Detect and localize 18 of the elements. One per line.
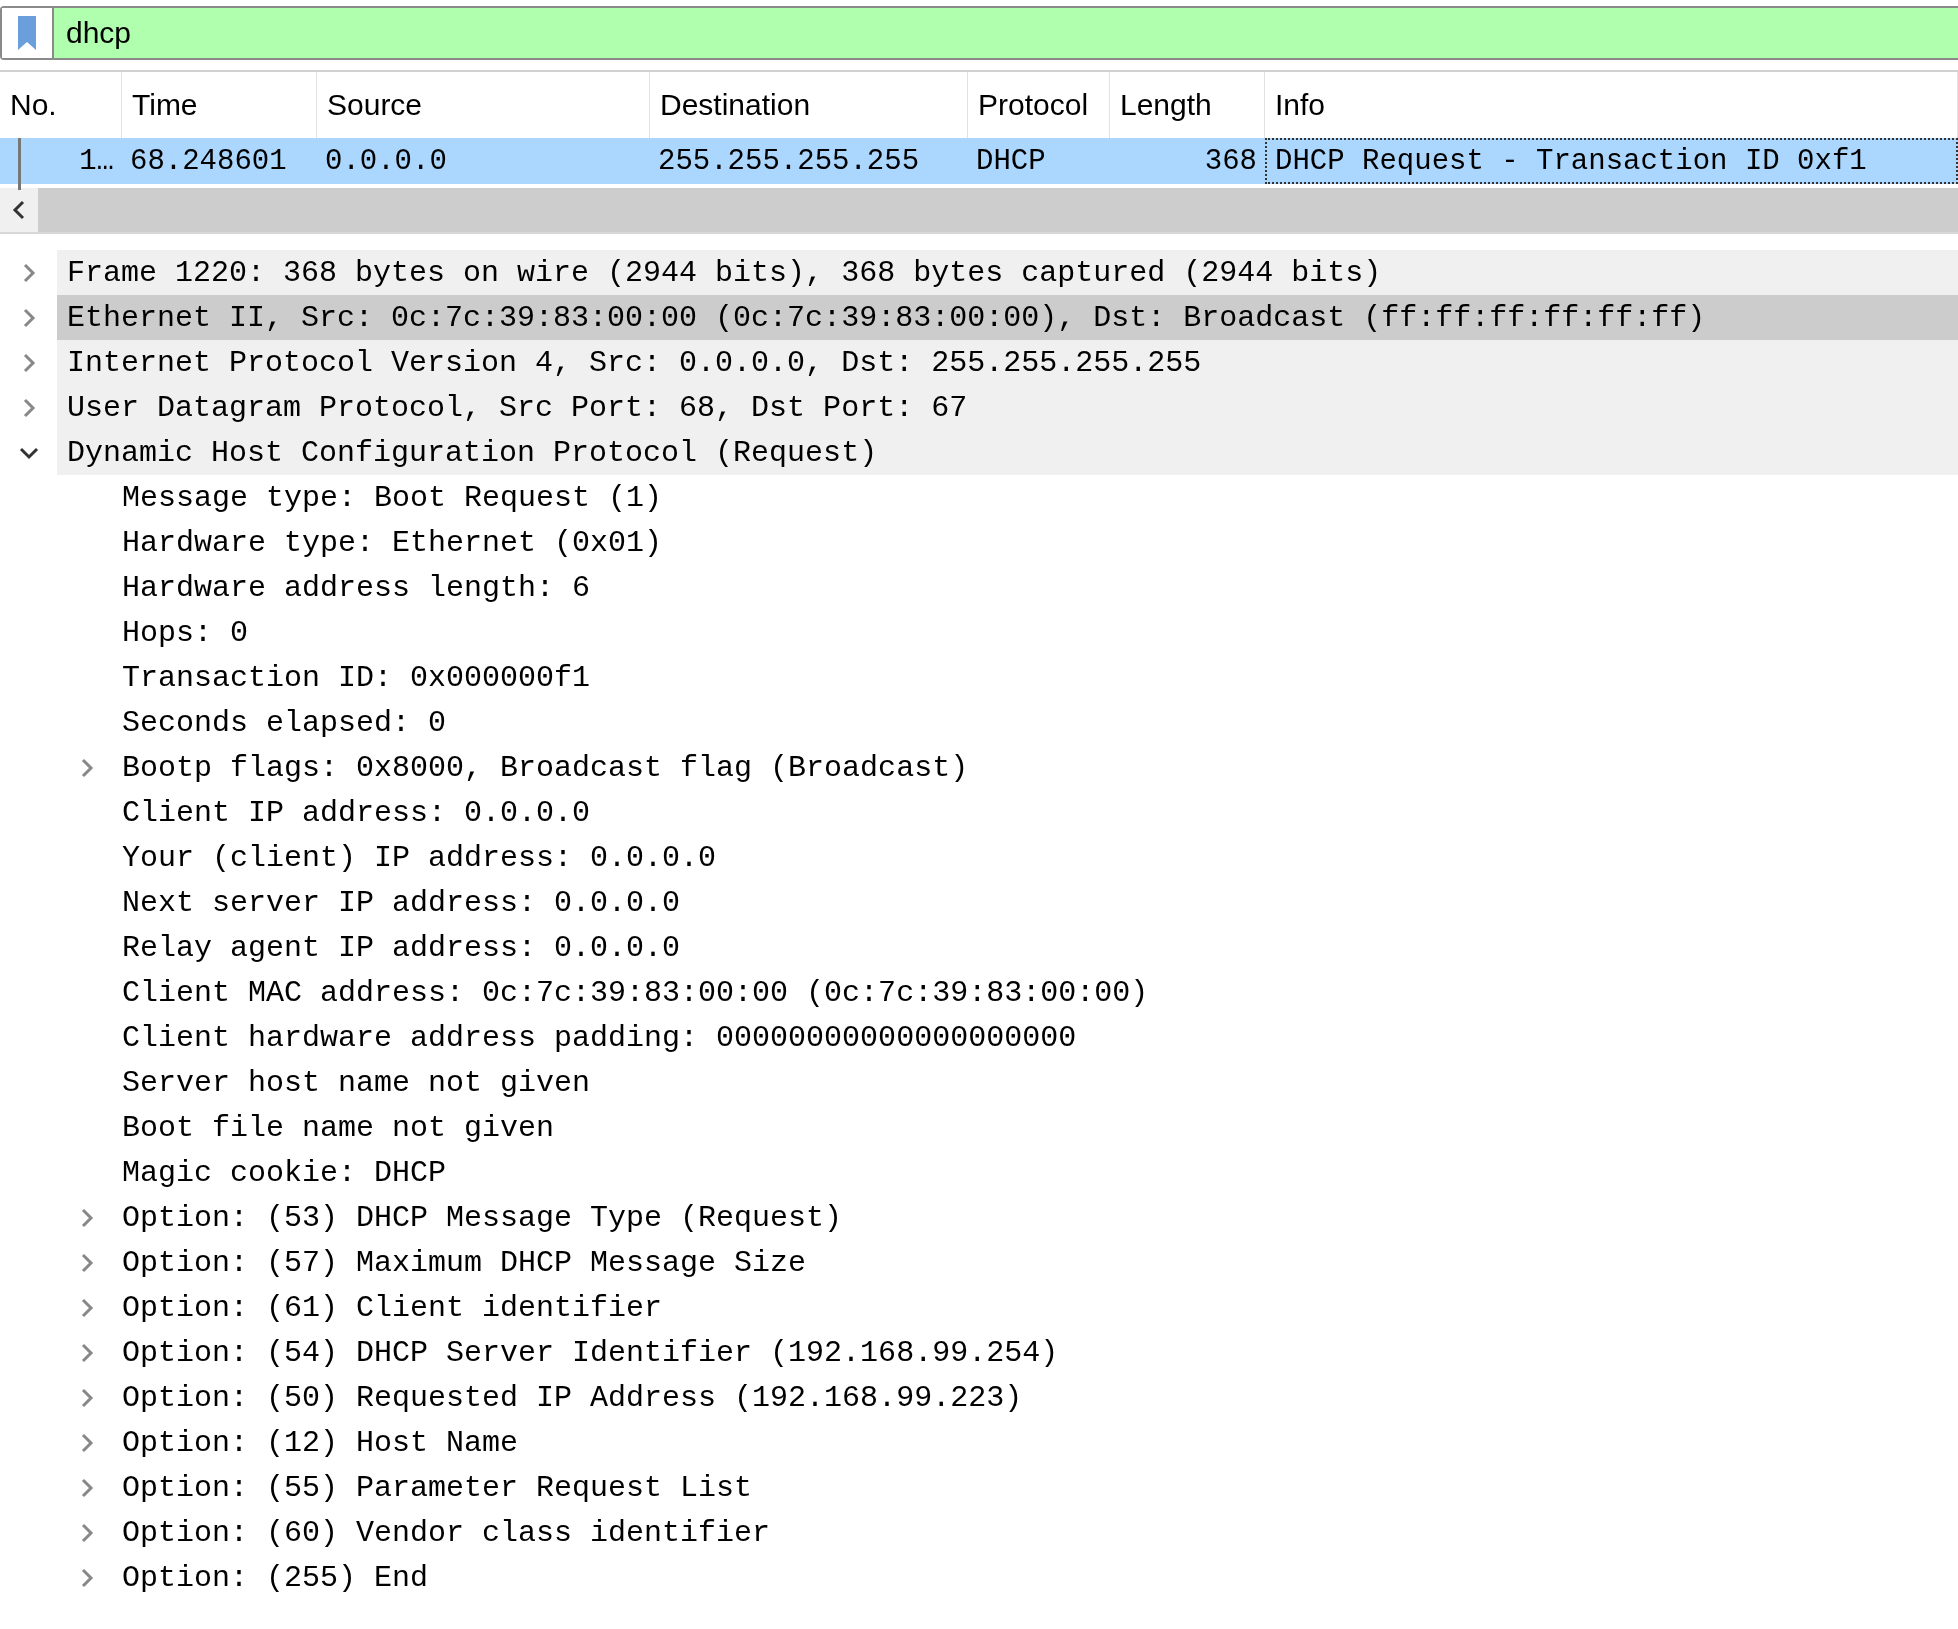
table-cell-text: 368 — [1203, 143, 1258, 180]
horizontal-scrollbar[interactable] — [0, 188, 1958, 234]
tree-item[interactable]: Frame 1220: 368 bytes on wire (2944 bits), 368 bytes captured (2944 bits) — [57, 250, 1958, 295]
table-cell-text: 255.255.255.255 — [657, 143, 921, 180]
bookmark-icon — [17, 15, 37, 51]
table-cell: DHCP Request - Transaction ID 0xf1 — [1265, 138, 1958, 184]
tree-item[interactable]: Dynamic Host Configuration Protocol (Request) — [57, 430, 1958, 475]
table-cell-text: 68.248601 — [129, 143, 288, 180]
table-cell-text: DHCP — [975, 143, 1047, 180]
tree-item[interactable]: Ethernet II, Src: 0c:7c:39:83:00:00 (0c:7c:39:83:00:00), Dst: Broadcast (ff:ff:ff:ff:ff:ff) — [57, 295, 1958, 340]
table-cell: 1… — [0, 138, 122, 184]
filter-field[interactable]: dhcp — [54, 8, 1958, 58]
tree-item[interactable]: User Datagram Protocol, Src Port: 68, Dst Port: 67 — [57, 385, 1958, 430]
bookmark-button[interactable] — [2, 8, 54, 58]
tree-item[interactable]: Internet Protocol Version 4, Src: 0.0.0.0, Dst: 255.255.255.255 — [57, 340, 1958, 385]
related-packet-line — [18, 138, 21, 190]
table-cell-text: 0.0.0.0 — [324, 143, 448, 180]
chevron-left-icon[interactable] — [11, 200, 27, 220]
